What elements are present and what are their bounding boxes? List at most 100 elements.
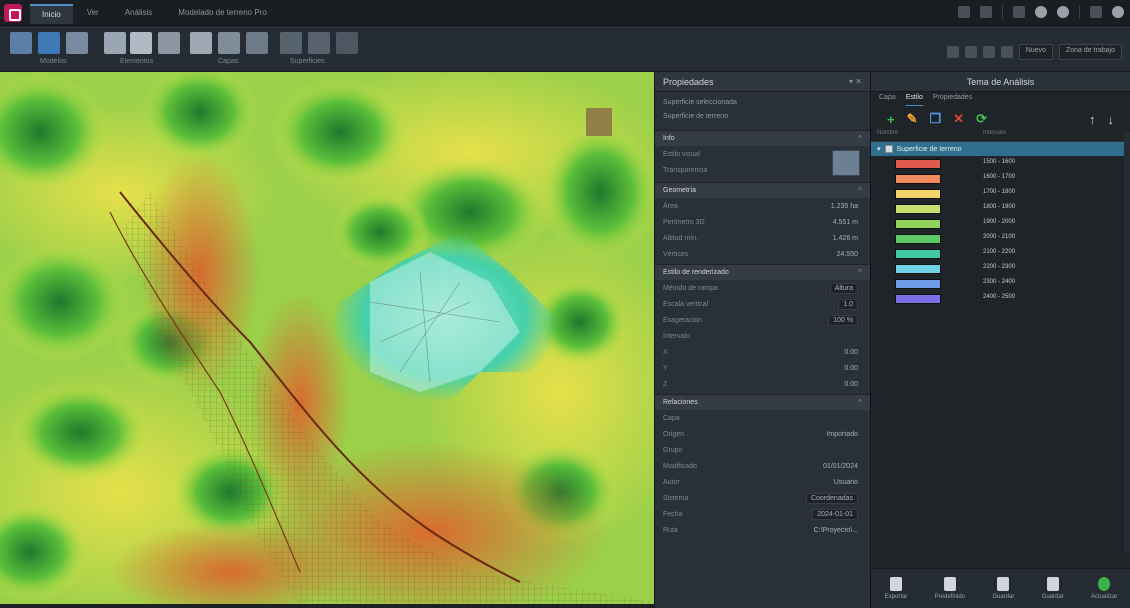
legend-color-swatch[interactable] — [895, 159, 941, 169]
update-button[interactable]: Actualizar — [1091, 577, 1117, 600]
map-view[interactable] — [0, 72, 654, 608]
legend-color-swatch[interactable] — [895, 279, 941, 289]
info-block: Estilo visual Transparencia — [655, 146, 870, 180]
move-down-icon[interactable]: ↓ — [1108, 112, 1115, 127]
legend-item[interactable]: 2400 - 2500 — [871, 291, 1130, 306]
layout-icon[interactable] — [980, 6, 992, 18]
zoom-icon[interactable] — [946, 46, 959, 58]
user-icon[interactable] — [1057, 6, 1069, 18]
import-tool-icon[interactable] — [66, 32, 88, 54]
legend-item[interactable]: 2300 - 2400 — [871, 276, 1130, 291]
search-icon[interactable] — [958, 6, 970, 18]
legend-item[interactable]: 1600 - 1700 — [871, 171, 1130, 186]
tab-ver[interactable]: Ver — [75, 4, 111, 24]
slope-tool-icon[interactable] — [336, 32, 358, 54]
legend-color-swatch[interactable] — [895, 234, 941, 244]
tab-capa[interactable]: Capa — [879, 94, 896, 106]
measure-icon[interactable] — [982, 46, 995, 58]
element-tool-icon[interactable] — [104, 32, 126, 54]
thematic-toolbar: + ✎ ❐ ✕ ⟳ ↑ ↓ — [871, 108, 1130, 130]
mountain-tool-icon[interactable] — [308, 32, 330, 54]
exaggeration-input[interactable]: 100 % — [828, 314, 858, 326]
collapse-icon[interactable]: ^ — [858, 186, 862, 195]
legend-color-swatch[interactable] — [895, 204, 941, 214]
legend-list: 1500 - 1600 1600 - 1700 1700 - 1800 1800 - … — [871, 156, 1130, 306]
panel-scrollbar[interactable] — [1124, 132, 1130, 552]
legend-item[interactable]: 2200 - 2300 — [871, 261, 1130, 276]
help-icon[interactable] — [1035, 6, 1047, 18]
collapse-icon[interactable]: ^ — [858, 398, 862, 407]
delete-icon[interactable]: ✕ — [953, 111, 964, 127]
tab-propiedades[interactable]: Propiedades — [933, 94, 972, 106]
update-icon — [1098, 577, 1111, 591]
refresh-icon[interactable]: ⟳ — [976, 111, 987, 127]
legend-item[interactable]: 1700 - 1800 — [871, 186, 1130, 201]
visibility-checkbox[interactable] — [884, 145, 893, 153]
legend-color-swatch[interactable] — [895, 189, 941, 199]
legend-label: 2300 - 2400 — [983, 279, 1016, 285]
tab-analisis[interactable]: Análisis — [113, 4, 165, 24]
export-button[interactable]: Exportar — [885, 577, 907, 600]
map-scrollbar[interactable] — [0, 604, 654, 608]
preset-button[interactable]: Predefinido — [935, 577, 965, 600]
edit-icon[interactable]: ✎ — [907, 111, 918, 127]
legend-label: 1600 - 1700 — [983, 174, 1016, 180]
legend-color-swatch[interactable] — [895, 249, 941, 259]
add-icon[interactable]: + — [887, 112, 895, 127]
surface-tool-icon[interactable] — [280, 32, 302, 54]
color-swatch[interactable] — [832, 150, 860, 176]
account-icon[interactable] — [1112, 6, 1124, 18]
copy-icon[interactable]: ❐ — [930, 111, 942, 127]
terrain-tool-icon[interactable] — [218, 32, 240, 54]
section-geometry[interactable]: Geometría ^ — [655, 182, 870, 198]
section-relations[interactable]: Relaciones ^ — [655, 394, 870, 410]
select-icon[interactable] — [1000, 46, 1013, 58]
save-as-button[interactable]: Guardar — [1042, 577, 1064, 600]
legend-item[interactable]: 1800 - 1900 — [871, 201, 1130, 216]
app-logo-icon — [4, 4, 22, 22]
tree-root-item[interactable]: ▾ Superficie de terreno — [871, 142, 1130, 156]
legend-label: 2000 - 2100 — [983, 234, 1016, 240]
settings-icon[interactable] — [1013, 6, 1025, 18]
save-button[interactable]: Guardar — [992, 577, 1014, 600]
edit-tool-icon[interactable] — [158, 32, 180, 54]
pin-icon[interactable]: ▾ ✕ — [849, 77, 862, 86]
view-tool-icon[interactable] — [38, 32, 60, 54]
ribbon-group-modelos: Modelos — [40, 58, 67, 65]
ramp-method-select[interactable]: Altura — [829, 282, 858, 294]
thematic-panel: Tema de Análisis Capa Estilo Propiedades… — [870, 72, 1130, 608]
legend-item[interactable]: 2000 - 2100 — [871, 231, 1130, 246]
minimize-icon[interactable] — [1090, 6, 1102, 18]
properties-title: Propiedades — [663, 76, 714, 87]
move-up-icon[interactable]: ↑ — [1089, 112, 1096, 127]
legend-color-swatch[interactable] — [895, 294, 941, 304]
document-tool-icon[interactable] — [130, 32, 152, 54]
tab-inicio[interactable]: Inicio — [30, 4, 73, 24]
prop-row: Vértices 24.550 — [663, 250, 858, 258]
section-style[interactable]: Estilo de renderizado ^ — [655, 264, 870, 280]
legend-item[interactable]: 1900 - 2000 — [871, 216, 1130, 231]
collapse-icon[interactable]: ^ — [858, 134, 862, 143]
grid-tool-icon[interactable] — [246, 32, 268, 54]
tab-modelado[interactable]: Modelado de terreno Pro — [166, 4, 279, 24]
style-select[interactable]: Nuevo — [1018, 44, 1053, 60]
legend-item[interactable]: 1500 - 1600 — [871, 156, 1130, 171]
window-controls — [958, 5, 1124, 19]
properties-subtitle: Superficie seleccionada Superficie de te… — [655, 92, 870, 128]
legend-label: 1500 - 1600 — [983, 159, 1016, 165]
zone-select[interactable]: Zona de trabajo — [1058, 44, 1122, 60]
legend-color-swatch[interactable] — [895, 219, 941, 229]
legend-label: 1700 - 1800 — [983, 189, 1016, 195]
legend-item[interactable]: 2100 - 2200 — [871, 246, 1130, 261]
expand-icon[interactable]: ▾ — [877, 145, 881, 153]
collapse-icon[interactable]: ^ — [858, 268, 862, 277]
pan-icon[interactable] — [964, 46, 977, 58]
vertical-scale-input[interactable]: 1.0 — [838, 298, 858, 310]
tab-estilo[interactable]: Estilo — [905, 94, 923, 106]
section-info[interactable]: Info ^ — [655, 130, 870, 146]
legend-color-swatch[interactable] — [895, 264, 941, 274]
model-tool-icon[interactable] — [10, 32, 32, 54]
legend-color-swatch[interactable] — [895, 174, 941, 184]
legend-label: 2200 - 2300 — [983, 264, 1016, 270]
layers-tool-icon[interactable] — [190, 32, 212, 54]
